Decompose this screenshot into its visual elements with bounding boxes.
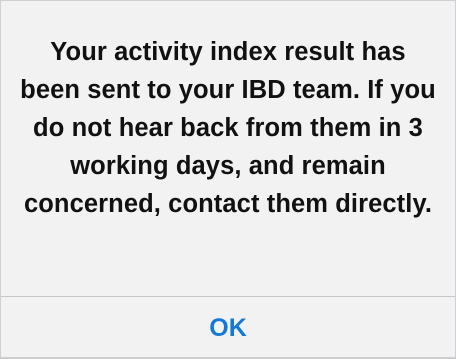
alert-dialog: Your activity index result has been sent… — [0, 0, 456, 358]
ok-button[interactable]: OK — [1, 297, 455, 359]
alert-message: Your activity index result has been sent… — [20, 38, 436, 218]
